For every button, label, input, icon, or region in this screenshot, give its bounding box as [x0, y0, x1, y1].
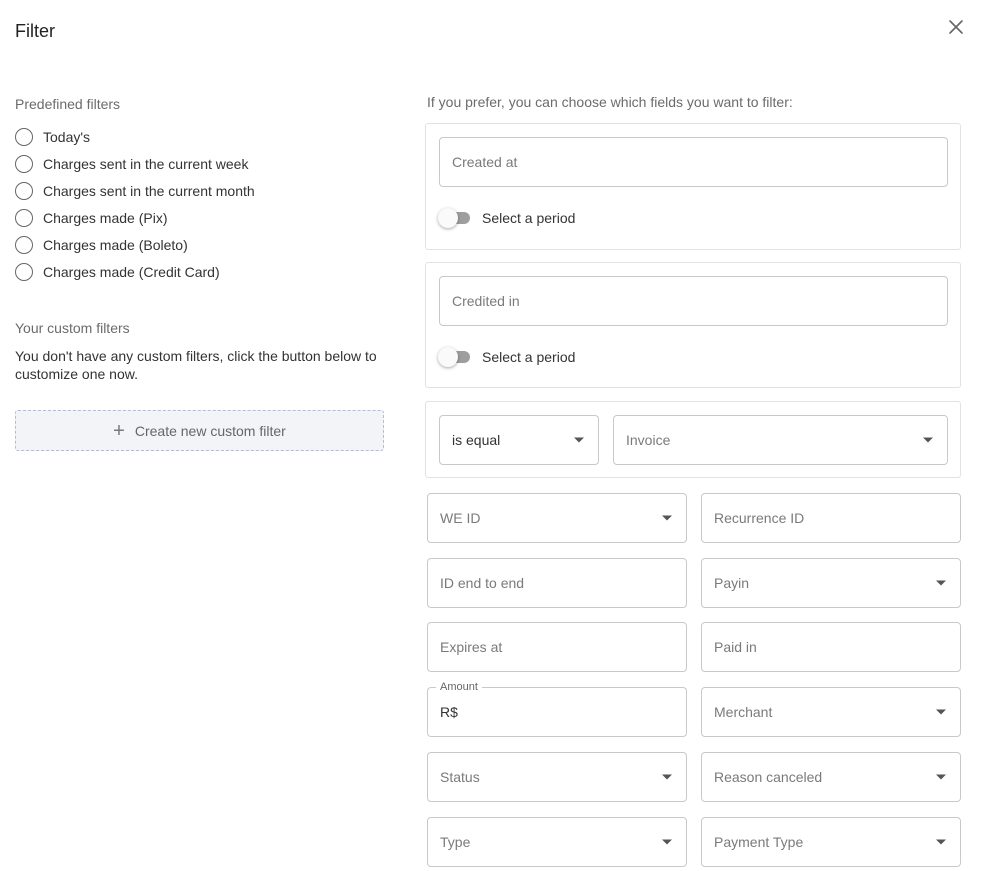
create-custom-filter-button[interactable]: + Create new custom filter: [15, 410, 384, 451]
merchant-placeholder: Merchant: [714, 704, 773, 720]
created-at-period-toggle[interactable]: Select a period: [438, 208, 575, 228]
toggle-switch[interactable]: [438, 208, 472, 228]
id-end-to-end-input[interactable]: ID end to end: [427, 558, 687, 608]
created-at-card: Created at Select a period: [425, 123, 961, 250]
toggle-label: Select a period: [482, 349, 576, 365]
close-icon: [949, 20, 963, 34]
comparison-field-select[interactable]: Invoice: [613, 415, 948, 465]
we-id-select[interactable]: WE ID: [427, 493, 687, 543]
credited-in-placeholder: Credited in: [452, 293, 520, 309]
radio-icon[interactable]: [15, 263, 33, 281]
predefined-filters-heading: Predefined filters: [15, 96, 121, 112]
radio-label: Charges sent in the current month: [43, 183, 255, 199]
predefined-filter-current-month[interactable]: Charges sent in the current month: [15, 181, 255, 201]
recurrence-id-input[interactable]: Recurrence ID: [701, 493, 961, 543]
expires-at-input[interactable]: Expires at: [427, 622, 687, 672]
predefined-filter-pix[interactable]: Charges made (Pix): [15, 208, 168, 228]
radio-icon[interactable]: [15, 155, 33, 173]
radio-label: Charges made (Credit Card): [43, 264, 220, 280]
recurrence-id-placeholder: Recurrence ID: [714, 510, 805, 526]
caret-down-icon: [662, 774, 672, 780]
comparison-card: is equal Invoice: [425, 401, 961, 478]
credited-in-card: Credited in Select a period: [425, 262, 961, 388]
radio-label: Charges made (Boleto): [43, 237, 188, 253]
amount-label: Amount: [436, 681, 482, 693]
credited-in-period-toggle[interactable]: Select a period: [438, 347, 575, 367]
id-end-to-end-placeholder: ID end to end: [440, 575, 525, 591]
credited-in-input[interactable]: Credited in: [439, 276, 948, 326]
caret-down-icon: [936, 839, 946, 845]
payment-type-select[interactable]: Payment Type: [701, 817, 961, 867]
predefined-filter-todays[interactable]: Today's: [15, 127, 90, 147]
amount-prefix: R$: [440, 704, 458, 720]
custom-filters-heading: Your custom filters: [15, 320, 130, 336]
predefined-filter-current-week[interactable]: Charges sent in the current week: [15, 154, 248, 174]
caret-down-icon: [936, 774, 946, 780]
fields-intro: If you prefer, you can choose which fiel…: [427, 94, 793, 110]
radio-icon[interactable]: [15, 128, 33, 146]
comparison-field-placeholder: Invoice: [626, 432, 671, 448]
radio-label: Charges made (Pix): [43, 210, 168, 226]
radio-icon[interactable]: [15, 236, 33, 254]
payin-placeholder: Payin: [714, 575, 750, 591]
payin-select[interactable]: Payin: [701, 558, 961, 608]
create-custom-filter-label: Create new custom filter: [134, 422, 286, 439]
reason-canceled-placeholder: Reason canceled: [714, 769, 823, 785]
paid-in-placeholder: Paid in: [714, 639, 757, 655]
toggle-label: Select a period: [482, 210, 576, 226]
operator-value: is equal: [452, 432, 501, 448]
radio-label: Today's: [43, 129, 91, 145]
caret-down-icon: [662, 515, 672, 521]
predefined-filter-boleto[interactable]: Charges made (Boleto): [15, 235, 188, 255]
we-id-placeholder: WE ID: [440, 510, 481, 526]
payment-type-placeholder: Payment Type: [714, 834, 804, 850]
status-placeholder: Status: [440, 769, 480, 785]
predefined-filter-credit-card[interactable]: Charges made (Credit Card): [15, 262, 220, 282]
caret-down-icon: [936, 709, 946, 715]
radio-icon[interactable]: [15, 182, 33, 200]
amount-input[interactable]: Amount R$: [427, 681, 687, 737]
merchant-select[interactable]: Merchant: [701, 687, 961, 737]
created-at-input[interactable]: Created at: [439, 137, 948, 187]
status-select[interactable]: Status: [427, 752, 687, 802]
caret-down-icon: [574, 437, 584, 443]
dialog-title: Filter: [15, 21, 55, 41]
custom-filters-empty-message: You don't have any custom filters, click…: [15, 348, 377, 382]
caret-down-icon: [923, 437, 933, 443]
caret-down-icon: [662, 839, 672, 845]
created-at-placeholder: Created at: [452, 154, 518, 170]
type-placeholder: Type: [440, 834, 471, 850]
toggle-switch[interactable]: [438, 347, 472, 367]
reason-canceled-select[interactable]: Reason canceled: [701, 752, 961, 802]
radio-icon[interactable]: [15, 209, 33, 227]
close-button[interactable]: [944, 15, 968, 39]
plus-icon: +: [113, 419, 125, 442]
operator-select[interactable]: is equal: [439, 415, 599, 465]
expires-at-placeholder: Expires at: [440, 639, 503, 655]
type-select[interactable]: Type: [427, 817, 687, 867]
paid-in-input[interactable]: Paid in: [701, 622, 961, 672]
radio-label: Charges sent in the current week: [43, 156, 249, 172]
caret-down-icon: [936, 580, 946, 586]
